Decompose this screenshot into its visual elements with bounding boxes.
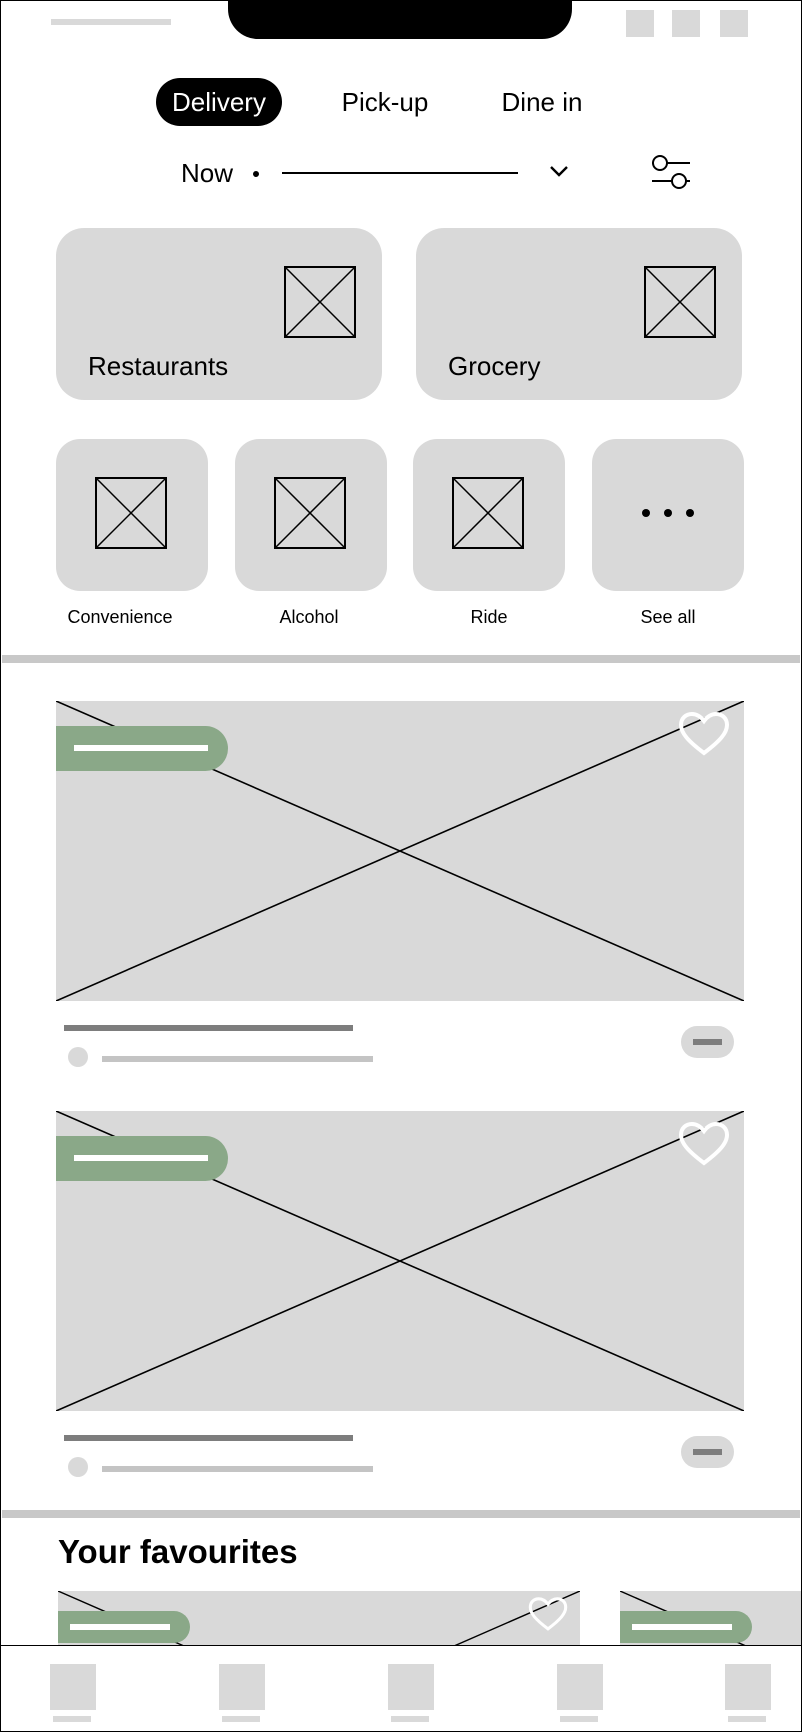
nav-item-2[interactable] (217, 1664, 267, 1724)
promo-badge (56, 726, 228, 771)
status-square-icon (672, 10, 700, 37)
category-label: Grocery (448, 351, 541, 381)
category-label-see-all: See all (640, 607, 696, 627)
restaurant-meta-placeholder (102, 1466, 373, 1472)
nav-placeholder-icon (50, 1664, 96, 1710)
nav-label-placeholder (222, 1716, 260, 1722)
image-placeholder-icon (452, 477, 524, 549)
category-card-convenience[interactable] (56, 439, 208, 591)
rating-dot (68, 1047, 88, 1067)
promo-badge (56, 1136, 228, 1181)
address-placeholder-line[interactable] (282, 172, 518, 174)
status-square-icon (720, 10, 748, 37)
restaurant-meta-placeholder (102, 1056, 373, 1062)
promo-badge (58, 1611, 190, 1643)
schedule-time-label[interactable]: Now (181, 155, 233, 191)
image-placeholder-icon (274, 477, 346, 549)
nav-label-placeholder (53, 1716, 91, 1722)
nav-item-5[interactable] (723, 1664, 773, 1724)
image-placeholder-icon (644, 266, 716, 338)
category-card-restaurants[interactable]: Restaurants (56, 228, 382, 400)
heart-icon[interactable] (678, 1121, 730, 1169)
image-placeholder-icon (95, 477, 167, 549)
category-card-see-all[interactable] (592, 439, 744, 591)
restaurant-card-image[interactable] (56, 701, 744, 1001)
category-card-ride[interactable] (413, 439, 565, 591)
category-card-alcohol[interactable] (235, 439, 387, 591)
tab-dine-in[interactable]: Dine in (496, 78, 588, 126)
restaurant-name-placeholder (64, 1435, 353, 1441)
category-label-ride: Ride (470, 607, 508, 627)
heart-icon[interactable] (678, 711, 730, 759)
restaurant-name-placeholder (64, 1025, 353, 1031)
nav-placeholder-icon (725, 1664, 771, 1710)
nav-placeholder-icon (219, 1664, 265, 1710)
status-square-icon (626, 10, 654, 37)
category-card-grocery[interactable]: Grocery (416, 228, 742, 400)
device-notch (228, 0, 572, 39)
section-divider (2, 655, 800, 663)
promo-badge (620, 1611, 752, 1643)
nav-label-placeholder (391, 1716, 429, 1722)
more-dots-icon (642, 509, 694, 517)
chevron-down-icon[interactable] (547, 160, 571, 184)
delivery-fee-badge (681, 1436, 734, 1468)
rating-dot (68, 1457, 88, 1477)
category-label-alcohol: Alcohol (279, 607, 339, 627)
filter-sliders-icon[interactable] (650, 153, 692, 193)
nav-placeholder-icon (388, 1664, 434, 1710)
tab-pick-up[interactable]: Pick-up (332, 78, 438, 126)
delivery-fee-badge (681, 1026, 734, 1058)
nav-placeholder-icon (557, 1664, 603, 1710)
category-label-convenience: Convenience (67, 607, 173, 627)
nav-item-3[interactable] (386, 1664, 436, 1724)
nav-label-placeholder (560, 1716, 598, 1722)
category-label: Restaurants (88, 351, 229, 381)
bottom-nav-bar (0, 1645, 802, 1733)
image-placeholder-icon (284, 266, 356, 338)
status-time-placeholder (51, 19, 171, 25)
heart-icon[interactable] (528, 1596, 568, 1634)
nav-label-placeholder (728, 1716, 766, 1722)
separator-dot (253, 171, 259, 177)
restaurant-card-image[interactable] (56, 1111, 744, 1411)
favourites-title: Your favourites (58, 1533, 298, 1570)
nav-item-4[interactable] (555, 1664, 605, 1724)
nav-item-1[interactable] (48, 1664, 98, 1724)
tab-delivery[interactable]: Delivery (156, 78, 282, 126)
section-divider (2, 1510, 800, 1518)
